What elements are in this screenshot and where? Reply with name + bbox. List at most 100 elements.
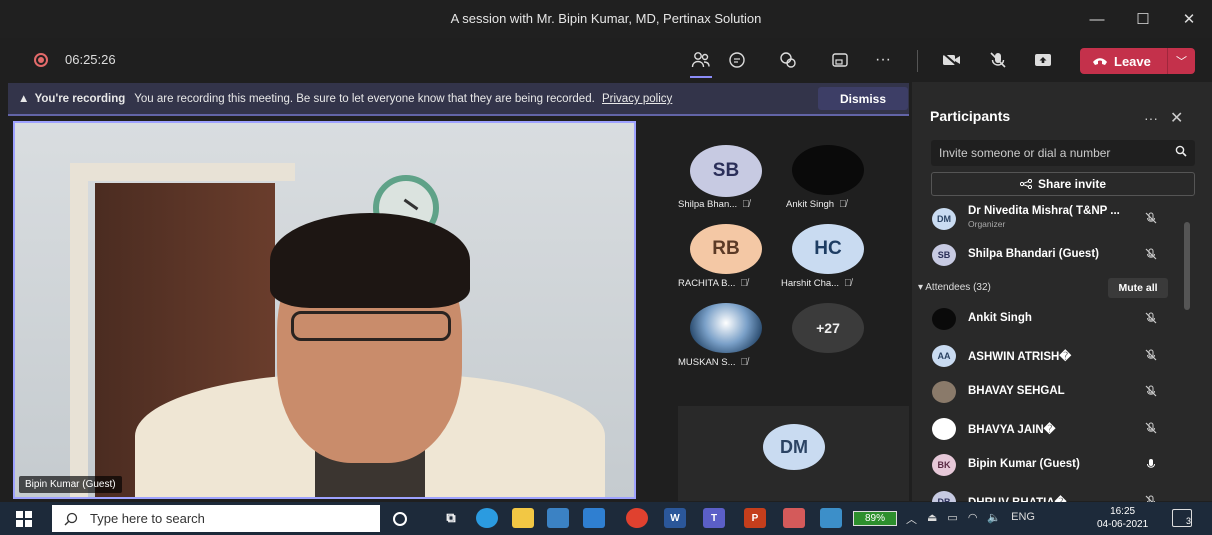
privacy-policy-link[interactable]: Privacy policy xyxy=(602,93,672,105)
participant-row[interactable]: BK Bipin Kumar (Guest) xyxy=(912,448,1192,482)
search-icon xyxy=(64,512,78,525)
mic-off-icon[interactable] xyxy=(1145,248,1157,263)
windows-taskbar: Type here to search ⧉ W T P 89% ︿ ⏏ ▭ ◠ … xyxy=(0,502,1212,535)
chevron-up-icon[interactable]: ︿ xyxy=(906,511,917,527)
participant-row[interactable]: BHAVYA JAIN� xyxy=(912,412,1192,446)
title-bar: A session with Mr. Bipin Kumar, MD, Pert… xyxy=(0,0,1212,38)
main-video-tile[interactable]: Bipin Kumar (Guest) xyxy=(13,121,636,499)
rooms-icon xyxy=(832,53,848,67)
mic-off-icon[interactable] xyxy=(1145,349,1157,364)
mic-toggle-button[interactable] xyxy=(983,46,1013,74)
more-actions-button[interactable]: ··· xyxy=(868,46,898,74)
mic-off-icon xyxy=(990,52,1006,68)
notification-center-icon[interactable]: 3 xyxy=(1172,509,1192,527)
gallery-tile[interactable]: +27 xyxy=(792,303,864,353)
panel-more-button[interactable]: ··· xyxy=(1144,110,1158,126)
mic-off-icon[interactable] xyxy=(1145,422,1157,437)
participant-row[interactable]: BHAVAY SEHGAL xyxy=(912,375,1192,409)
gallery-tile[interactable]: HC Harshit Cha... 🎙̸ xyxy=(781,224,864,289)
participant-row[interactable]: DM Dr Nivedita Mishra( T&NP ... Organizer xyxy=(912,202,1192,236)
mic-off-icon[interactable] xyxy=(1145,212,1157,227)
snipping-tool-icon[interactable] xyxy=(783,508,805,528)
camera-off-icon xyxy=(942,52,960,68)
participant-avatar xyxy=(932,308,956,330)
recording-banner: ▲ You're recording You are recording thi… xyxy=(8,83,909,116)
toolbar-divider xyxy=(917,50,918,72)
wifi-icon[interactable]: ◠ xyxy=(968,511,978,527)
dismiss-button[interactable]: Dismiss xyxy=(818,87,908,110)
participant-row[interactable]: SB Shilpa Bhandari (Guest) xyxy=(912,238,1192,272)
participant-name: Shilpa Bhandari (Guest) xyxy=(968,248,1099,260)
taskbar-search-box[interactable]: Type here to search xyxy=(52,505,380,532)
volume-icon[interactable]: 🔈 xyxy=(987,511,1001,527)
participant-row[interactable]: Ankit Singh xyxy=(912,302,1192,336)
mic-on-icon[interactable] xyxy=(1145,458,1157,473)
store-icon[interactable] xyxy=(547,508,569,528)
teams-icon[interactable]: T xyxy=(703,508,725,528)
gallery-avatar xyxy=(690,303,762,353)
attendees-header[interactable]: ▾ Attendees (32) xyxy=(918,282,991,293)
participant-list-scrollbar[interactable] xyxy=(1184,222,1190,310)
share-content-button[interactable] xyxy=(1028,46,1058,74)
chat-icon xyxy=(729,52,745,68)
video-person-glasses xyxy=(291,311,451,341)
windows-start-icon[interactable] xyxy=(16,511,32,527)
chrome-icon[interactable] xyxy=(626,508,648,528)
gallery-name-label: Shilpa Bhan... 🎙̸ xyxy=(678,199,750,210)
panel-close-button[interactable]: ✕ xyxy=(1170,108,1183,128)
share-invite-label: Share invite xyxy=(1037,177,1107,191)
battery-indicator[interactable]: 89% xyxy=(853,511,897,526)
close-window-button[interactable]: ✕ xyxy=(1166,0,1212,38)
meeting-toolbar: 06:25:26 ··· Leave ﹀ xyxy=(0,38,1212,82)
taskbar-search-placeholder: Type here to search xyxy=(90,511,205,526)
participants-toggle-button[interactable] xyxy=(686,46,716,78)
gallery-name-label: RACHITA B... 🎙̸ xyxy=(678,278,748,289)
reactions-button[interactable] xyxy=(773,46,803,74)
usb-icon[interactable]: ⏏ xyxy=(927,511,937,527)
maximize-button[interactable]: ☐ xyxy=(1120,0,1166,38)
breakout-rooms-button[interactable] xyxy=(825,46,855,74)
share-invite-button[interactable]: Share invite xyxy=(931,172,1195,196)
mic-off-icon[interactable] xyxy=(1145,385,1157,400)
language-indicator[interactable]: ENG xyxy=(1011,511,1035,527)
minimize-button[interactable]: — xyxy=(1074,0,1120,38)
dm-video-tile[interactable]: DM xyxy=(678,406,909,501)
share-icon xyxy=(1019,179,1032,189)
task-view-icon[interactable]: ⧉ xyxy=(440,508,462,528)
mail-icon[interactable] xyxy=(583,508,605,528)
participant-avatar: SB xyxy=(932,244,956,266)
gallery-tile[interactable]: SB Shilpa Bhan... 🎙̸ xyxy=(678,145,762,210)
gallery-name: Shilpa Bhan... xyxy=(678,199,738,210)
powerpoint-icon[interactable]: P xyxy=(744,508,766,528)
mute-all-button[interactable]: Mute all xyxy=(1108,278,1168,298)
cortana-icon[interactable] xyxy=(393,512,407,526)
phone-hangup-icon xyxy=(1093,58,1107,65)
camera-toggle-button[interactable] xyxy=(937,46,967,74)
participant-avatar: AA xyxy=(932,344,956,367)
participant-name: BHAVAY SEHGAL xyxy=(968,385,1065,397)
edge-icon[interactable] xyxy=(476,508,498,528)
taskbar-clock[interactable]: 16:25 04-06-2021 xyxy=(1097,505,1148,531)
gallery-avatar: HC xyxy=(792,224,864,274)
leave-label-area[interactable]: Leave xyxy=(1080,48,1168,74)
gallery-tile[interactable]: RB RACHITA B... 🎙̸ xyxy=(678,224,762,289)
participant-row[interactable]: AA ASHWIN ATRISH� xyxy=(912,339,1192,373)
reactions-icon xyxy=(780,52,796,68)
invite-search-input[interactable]: Invite someone or dial a number xyxy=(931,140,1195,166)
word-icon[interactable]: W xyxy=(664,508,686,528)
leave-options-chevron-icon[interactable]: ﹀ xyxy=(1168,53,1195,69)
leave-button[interactable]: Leave ﹀ xyxy=(1080,48,1195,74)
gallery-tile[interactable]: MUSKAN S... 🎙̸ xyxy=(678,303,762,368)
network-icon[interactable]: ▭ xyxy=(947,511,957,527)
gallery-avatar xyxy=(792,145,864,195)
gallery-tile[interactable]: Ankit Singh 🎙̸ xyxy=(786,145,864,210)
participant-name: ASHWIN ATRISH� xyxy=(968,350,1072,363)
banner-title: You're recording xyxy=(34,93,126,105)
banner-text: ▲ You're recording You are recording thi… xyxy=(18,93,672,105)
chat-button[interactable] xyxy=(722,46,752,74)
file-explorer-icon[interactable] xyxy=(512,508,534,528)
participant-name: Ankit Singh xyxy=(968,312,1032,324)
mic-off-icon[interactable] xyxy=(1145,312,1157,327)
participant-name: Dr Nivedita Mishra( T&NP ... xyxy=(968,205,1120,217)
photos-icon[interactable] xyxy=(820,508,842,528)
